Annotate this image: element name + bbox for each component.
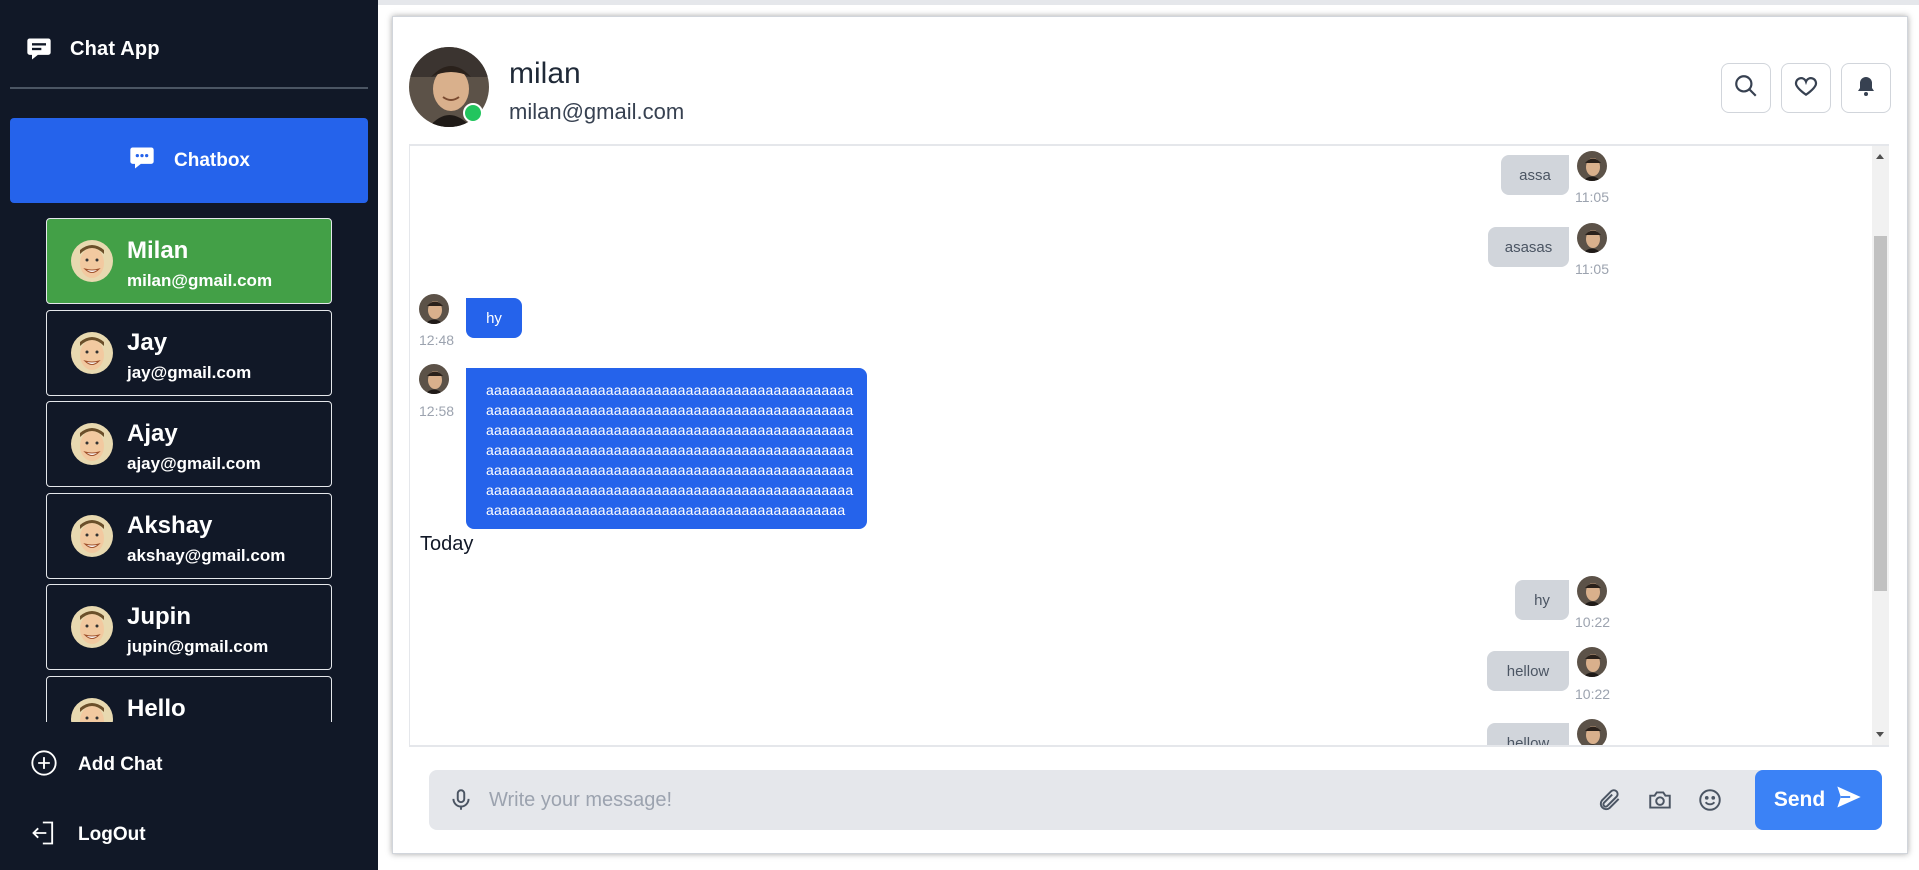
- chat-contact-name: milan: [509, 57, 581, 90]
- message-time: 12:58: [419, 403, 455, 419]
- camera-icon[interactable]: [1643, 783, 1677, 817]
- contact-name: Jupin: [127, 603, 191, 630]
- contact-email: ajay@gmail.com: [127, 454, 261, 473]
- search-icon: [1733, 73, 1759, 104]
- message-avatar: [1577, 647, 1607, 677]
- message-composer: Send: [429, 770, 1882, 830]
- message-scrollbar[interactable]: [1872, 146, 1889, 745]
- outgoing-message: hellow: [1487, 723, 1569, 745]
- outgoing-message: hy: [1515, 580, 1569, 620]
- contact-avatar: [71, 332, 113, 374]
- contact-avatar: [71, 240, 113, 282]
- search-button[interactable]: [1721, 63, 1771, 113]
- app-title: Chat App: [70, 37, 160, 60]
- add-chat-button[interactable]: Add Chat: [30, 749, 163, 782]
- notifications-button[interactable]: [1841, 63, 1891, 113]
- scroll-up-arrow[interactable]: [1876, 154, 1884, 159]
- incoming-message: hy: [466, 298, 522, 338]
- message-avatar: [1577, 576, 1607, 606]
- chatbox-label: Chatbox: [174, 149, 250, 171]
- message-time: 11:05: [1575, 261, 1609, 277]
- contact-name: Akshay: [127, 512, 213, 539]
- contact-avatar: [71, 515, 113, 557]
- chat-panel: milan milan@gmail.com assa 11:05 asasas …: [392, 16, 1908, 854]
- heart-icon: [1793, 73, 1819, 104]
- contact-email: jupin@gmail.com: [127, 637, 269, 656]
- contact-name: Jay: [127, 329, 168, 356]
- chat-bubble-icon: [128, 144, 156, 177]
- online-status-dot: [463, 103, 483, 123]
- message-time: 10:22: [1575, 686, 1611, 702]
- contact-item-hello[interactable]: Hello: [46, 676, 332, 722]
- contact-item-milan[interactable]: Milan milan@gmail.com: [46, 218, 332, 304]
- contact-name: Ajay: [127, 420, 178, 447]
- message-line: aaaaaaaaaaaaaaaaaaaaaaaaaaaaaaaaaaaaaaaa…: [486, 482, 854, 498]
- microphone-icon[interactable]: [445, 784, 477, 816]
- top-border: [378, 0, 1919, 5]
- sidebar-divider: [10, 87, 368, 89]
- message-line: aaaaaaaaaaaaaaaaaaaaaaaaaaaaaaaaaaaaaaaa…: [486, 462, 854, 478]
- chatbox-button[interactable]: Chatbox: [10, 118, 368, 203]
- contact-email: milan@gmail.com: [127, 271, 273, 290]
- scroll-down-arrow[interactable]: [1876, 732, 1884, 737]
- message-line: aaaaaaaaaaaaaaaaaaaaaaaaaaaaaaaaaaaaaaaa…: [486, 382, 854, 398]
- contact-email: jay@gmail.com: [127, 363, 252, 382]
- add-chat-label: Add Chat: [78, 754, 163, 775]
- contact-avatar: [71, 606, 113, 648]
- message-avatar: [1577, 151, 1607, 181]
- contact-item-jupin[interactable]: Jupin jupin@gmail.com: [46, 584, 332, 670]
- sidebar: Chat App Chatbox Milan milan@gmail.com J…: [0, 0, 378, 870]
- message-input[interactable]: [489, 780, 1489, 820]
- contact-avatar: [71, 698, 113, 722]
- chat-contact-email: milan@gmail.com: [509, 99, 685, 124]
- logout-icon: [30, 819, 58, 852]
- message-line: aaaaaaaaaaaaaaaaaaaaaaaaaaaaaaaaaaaaaaaa…: [486, 422, 854, 438]
- outgoing-message: asasas: [1488, 227, 1569, 267]
- scrollbar-thumb[interactable]: [1874, 236, 1887, 591]
- send-button[interactable]: Send: [1755, 770, 1882, 830]
- logout-label: LogOut: [78, 824, 146, 845]
- message-avatar: [419, 364, 449, 394]
- send-icon: [1835, 783, 1863, 817]
- message-time: 11:05: [1575, 189, 1609, 205]
- favorite-button[interactable]: [1781, 63, 1831, 113]
- plus-circle-icon: [30, 749, 58, 782]
- contact-item-jay[interactable]: Jay jay@gmail.com: [46, 310, 332, 396]
- message-list[interactable]: assa 11:05 asasas 11:05 12:48 hy 12:58 a…: [409, 144, 1889, 747]
- date-separator: Today: [420, 533, 474, 555]
- message-avatar: [1577, 719, 1607, 745]
- contact-item-ajay[interactable]: Ajay ajay@gmail.com: [46, 401, 332, 487]
- message-avatar: [419, 294, 449, 324]
- message-time: 10:22: [1575, 614, 1611, 630]
- bell-icon: [1854, 74, 1878, 103]
- message-line: aaaaaaaaaaaaaaaaaaaaaaaaaaaaaaaaaaaaaaaa…: [486, 442, 854, 458]
- message-time: 12:48: [419, 332, 455, 348]
- logout-button[interactable]: LogOut: [30, 820, 146, 850]
- outgoing-message: hellow: [1487, 651, 1569, 691]
- message-line: aaaaaaaaaaaaaaaaaaaaaaaaaaaaaaaaaaaaaaaa…: [486, 502, 846, 518]
- contact-email: akshay@gmail.com: [127, 546, 286, 565]
- message-line: aaaaaaaaaaaaaaaaaaaaaaaaaaaaaaaaaaaaaaaa…: [486, 402, 854, 418]
- app-brand: Chat App: [24, 34, 160, 64]
- chat-app-logo-icon: [24, 34, 54, 64]
- contact-name: Hello: [127, 695, 186, 722]
- incoming-message: aaaaaaaaaaaaaaaaaaaaaaaaaaaaaaaaaaaaaaaa…: [466, 368, 867, 529]
- contact-item-akshay[interactable]: Akshay akshay@gmail.com: [46, 493, 332, 579]
- paperclip-icon[interactable]: [1593, 783, 1627, 817]
- contact-avatar: [71, 423, 113, 465]
- emoji-icon[interactable]: [1693, 783, 1727, 817]
- contact-list[interactable]: Milan milan@gmail.com Jay jay@gmail.com …: [46, 218, 332, 722]
- send-label: Send: [1773, 788, 1826, 811]
- outgoing-message: assa: [1501, 155, 1569, 195]
- message-avatar: [1577, 223, 1607, 253]
- contact-name: Milan: [127, 237, 189, 264]
